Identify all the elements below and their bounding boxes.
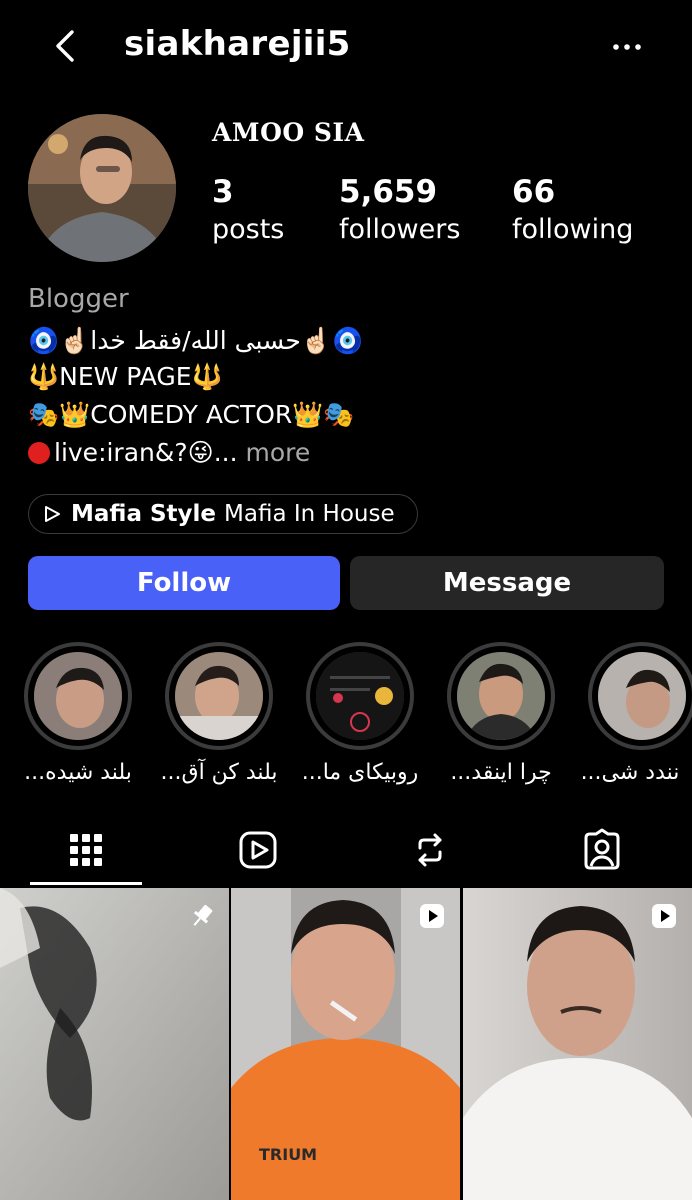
followers-label: followers <box>339 214 461 245</box>
highlight-1[interactable] <box>24 642 132 750</box>
highlight-5[interactable] <box>588 642 692 750</box>
follow-button[interactable]: Follow <box>28 556 340 610</box>
post-tile-3[interactable] <box>463 888 692 1200</box>
back-chevron-icon[interactable] <box>48 28 84 64</box>
highlight-2[interactable] <box>165 642 273 750</box>
reel-icon <box>420 904 444 928</box>
highlight-cover <box>165 642 273 750</box>
post-tile-1[interactable] <box>0 888 229 1200</box>
profile-category: Blogger <box>28 284 129 314</box>
active-tab-indicator <box>30 882 142 885</box>
highlight-4[interactable] <box>447 642 555 750</box>
highlight-4-label: چرا اینقد... <box>450 760 552 785</box>
followers-count[interactable]: 5,659 followers <box>339 172 460 248</box>
posts-value: 3 <box>212 174 234 210</box>
following-value: 66 <box>512 174 556 210</box>
following-label: following <box>512 214 634 245</box>
message-button[interactable]: Message <box>350 556 664 610</box>
posts-count[interactable]: 3 posts <box>212 172 284 248</box>
highlight-3-label: روبیکای ما... <box>301 760 419 785</box>
grid-icon[interactable] <box>64 828 108 872</box>
bio-line-4: live:iran&?😜... more <box>28 434 310 472</box>
profile-music-chip[interactable]: Mafia Style Mafia In House <box>28 494 418 534</box>
bio-more-link[interactable]: more <box>246 438 311 467</box>
reposts-icon[interactable] <box>408 828 452 872</box>
highlight-cover <box>306 642 414 750</box>
music-title: Mafia Style <box>71 501 217 527</box>
followers-value: 5,659 <box>339 174 438 210</box>
highlight-cover <box>24 642 132 750</box>
highlight-2-label: بلند کن آق... <box>160 760 278 785</box>
more-options-icon[interactable] <box>612 42 642 52</box>
pin-icon <box>193 904 213 926</box>
highlight-cover <box>447 642 555 750</box>
tagged-icon[interactable] <box>580 828 624 872</box>
svg-text:TRIUM: TRIUM <box>259 1145 317 1164</box>
profile-username: siakharejii5 <box>124 24 351 64</box>
highlight-3[interactable] <box>306 642 414 750</box>
bio-line-1: 🧿☝🏻حسبی الله/فقط خدا☝🏻🧿 <box>28 326 364 355</box>
play-icon <box>45 506 60 522</box>
bio-line-3: 🎭👑COMEDY ACTOR👑🎭 <box>28 400 355 429</box>
posts-label: posts <box>212 214 285 245</box>
reel-icon <box>652 904 676 928</box>
highlight-1-label: بلند شیده... <box>24 760 132 785</box>
red-circle-icon <box>28 442 50 464</box>
bio-line-4-text: live:iran&?😜... <box>54 438 238 467</box>
display-name: AMOO SIA <box>212 118 365 147</box>
highlight-cover <box>588 642 692 750</box>
music-artist: Mafia In House <box>224 501 395 527</box>
following-count[interactable]: 66 following <box>512 172 633 248</box>
reels-icon[interactable] <box>236 828 280 872</box>
profile-avatar[interactable] <box>28 114 176 262</box>
bio-line-2: 🔱NEW PAGE🔱 <box>28 362 223 391</box>
post-tile-2[interactable]: TRIUM <box>231 888 460 1200</box>
highlight-5-label: نندد شی... <box>580 760 680 785</box>
